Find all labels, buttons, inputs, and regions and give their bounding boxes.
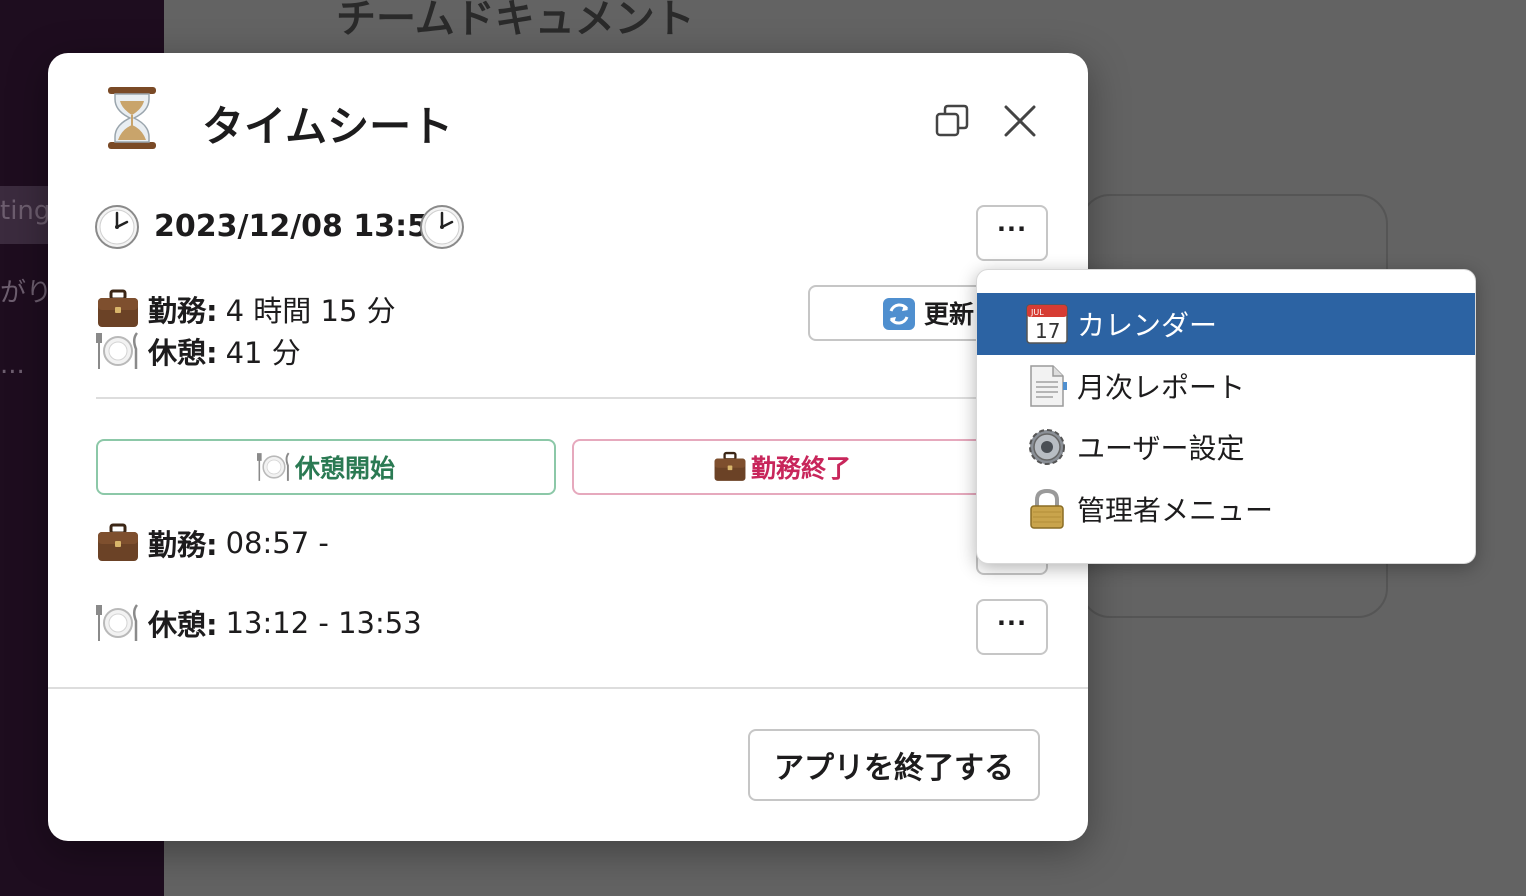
calendar-month: JUL — [1030, 308, 1044, 317]
sidebar-fragment-3[interactable]: ... — [0, 350, 25, 380]
sidebar-fragment-1[interactable]: ting — [0, 196, 50, 226]
close-icon[interactable] — [1000, 101, 1040, 141]
menu-item-label: カレンダー — [1077, 309, 1218, 342]
copy-window-icon[interactable] — [934, 103, 970, 139]
sidebar-fragment-2[interactable]: がり — [0, 272, 52, 309]
gear-icon — [1029, 429, 1065, 465]
background-page-title: チームドキュメント — [336, 0, 695, 42]
menu-item-user-settings[interactable]: ユーザー設定 — [977, 416, 1475, 478]
break-entry-more-button[interactable]: ··· — [976, 599, 1048, 655]
more-dots: ··· — [996, 609, 1028, 637]
briefcase-icon — [714, 451, 746, 481]
calendar-day: 17 — [1035, 319, 1060, 343]
plate-cutlery-icon — [96, 332, 139, 369]
break-summary: 休憩: 41 分 — [96, 329, 301, 373]
more-dots: ··· — [996, 215, 1028, 243]
current-datetime: 2023/12/08 13:53 — [154, 209, 449, 244]
break-total: 41 分 — [225, 336, 301, 370]
briefcase-icon — [98, 289, 138, 327]
entry-label: 休憩: — [148, 608, 218, 642]
quit-app-label: アプリを終了する — [774, 751, 1014, 786]
end-work-button[interactable]: 勤務終了 — [572, 439, 992, 495]
hourglass-icon — [108, 87, 156, 149]
modal-title: タイムシート — [202, 102, 454, 151]
menu-item-label: 月次レポート — [1077, 371, 1246, 404]
work-summary: 勤務: 4 時間 15 分 — [96, 287, 396, 331]
work-entry: 勤務: 08:57 - — [96, 521, 329, 565]
calendar-icon: JUL 17 — [1026, 304, 1068, 344]
start-break-label: 休憩開始 — [294, 454, 395, 483]
plate-cutlery-icon — [256, 452, 290, 481]
report-document-icon — [1030, 365, 1067, 407]
quit-app-button[interactable]: アプリを終了する — [748, 729, 1040, 801]
menu-item-calendar[interactable]: JUL 17 カレンダー — [977, 293, 1475, 355]
date-more-button[interactable]: ··· — [976, 205, 1048, 261]
work-label: 勤務: — [148, 294, 218, 328]
clock-icon — [420, 205, 464, 249]
start-break-button[interactable]: 休憩開始 — [96, 439, 556, 495]
timesheet-modal: タイムシート 2023/12/08 13:53 ··· 勤務: 4 時間 15 — [48, 53, 1088, 841]
break-label: 休憩: — [148, 336, 218, 370]
lock-icon — [1030, 488, 1064, 529]
briefcase-icon — [98, 523, 138, 561]
entry-label: 勤務: — [148, 528, 218, 562]
clock-icon — [95, 205, 139, 249]
refresh-label: 更新 — [924, 300, 975, 329]
plate-cutlery-icon — [96, 604, 139, 641]
menu-item-monthly-report[interactable]: 月次レポート — [977, 355, 1475, 417]
work-total: 4 時間 15 分 — [225, 294, 396, 328]
end-work-label: 勤務終了 — [750, 454, 851, 483]
menu-item-label: ユーザー設定 — [1077, 432, 1245, 465]
divider — [96, 397, 1040, 399]
more-menu: JUL 17 カレンダー 月次レポート ユーザー設定 管理者メニュー — [976, 269, 1476, 564]
entry-time: 13:12 - 13:53 — [225, 606, 422, 640]
refresh-icon — [883, 298, 915, 330]
menu-item-admin-menu[interactable]: 管理者メニュー — [977, 478, 1475, 540]
footer-divider — [48, 687, 1088, 689]
entry-time: 08:57 - — [225, 526, 329, 560]
menu-item-label: 管理者メニュー — [1077, 494, 1274, 527]
break-entry: 休憩: 13:12 - 13:53 — [96, 601, 422, 645]
